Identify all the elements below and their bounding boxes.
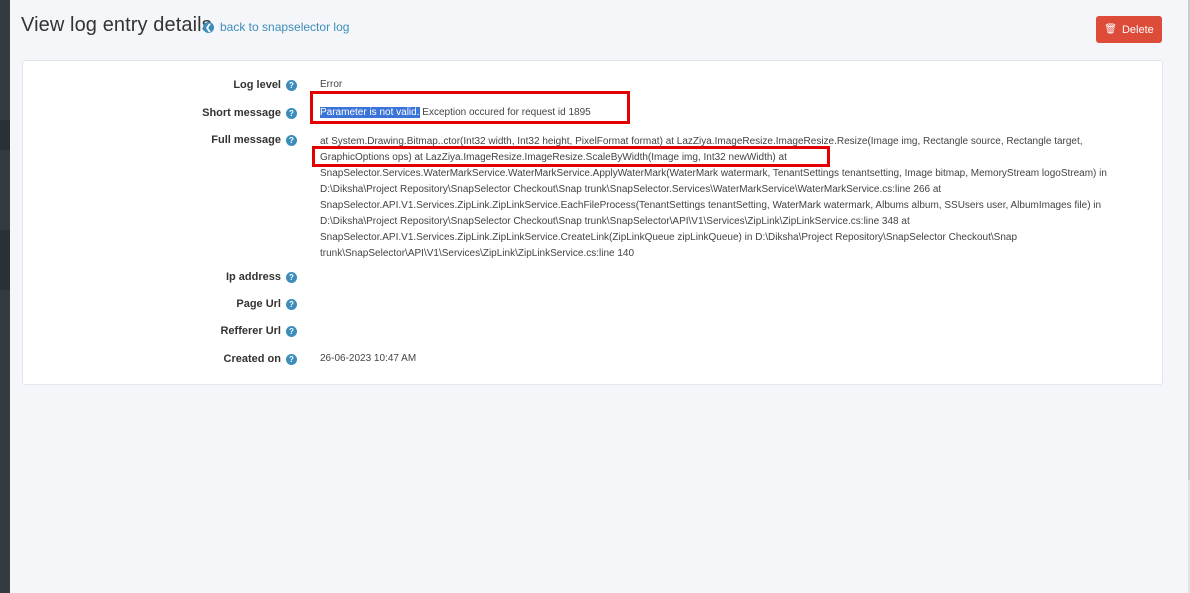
help-icon[interactable]: ? bbox=[286, 79, 297, 91]
selected-text: Parameter is not valid. bbox=[320, 107, 420, 118]
field-label: Log level ? bbox=[233, 79, 297, 91]
sidebar-edge-item bbox=[0, 230, 10, 290]
field-label: Refferer Url ? bbox=[220, 325, 297, 337]
field-label: Full message ? bbox=[211, 134, 297, 146]
back-link[interactable]: ❮ back to snapselector log bbox=[203, 20, 349, 34]
help-icon[interactable]: ? bbox=[286, 325, 297, 337]
full-message-line: SnapSelector.API.V1.Services.ZipLink.Zip… bbox=[320, 232, 1018, 243]
page-title: View log entry details bbox=[21, 14, 212, 36]
help-icon[interactable]: ? bbox=[286, 271, 297, 283]
help-icon[interactable]: ? bbox=[286, 353, 297, 365]
help-icon[interactable]: ? bbox=[286, 134, 297, 146]
sidebar-edge-item bbox=[0, 120, 10, 150]
field-label: Page Url ? bbox=[236, 298, 297, 310]
full-message-line: at System.Drawing.Bitmap..ctor(Int32 wid… bbox=[320, 136, 1083, 147]
log-details-card: Log level ? Error Short message ? Parame… bbox=[22, 60, 1163, 385]
help-icon[interactable]: ? bbox=[286, 107, 297, 119]
short-message-rest: Exception occured for request id 1895 bbox=[419, 107, 591, 118]
field-label: Created on ? bbox=[224, 353, 297, 365]
field-label: Ip address ? bbox=[226, 271, 297, 283]
short-message-value: Parameter is not valid. Exception occure… bbox=[320, 107, 591, 118]
full-message-line: GraphicOptions ops) at LazZiya.ImageResi… bbox=[320, 152, 787, 163]
delete-button-label: Delete bbox=[1121, 23, 1154, 36]
full-message-line: SnapSelector.API.V1.Services.ZipLink.Zip… bbox=[320, 200, 1102, 211]
back-link-label: back to snapselector log bbox=[220, 20, 350, 34]
sidebar-edge bbox=[0, 0, 10, 593]
created-on-value: 26-06-2023 10:47 AM bbox=[320, 353, 417, 364]
full-message-value: at System.Drawing.Bitmap..ctor(Int32 wid… bbox=[320, 134, 1150, 262]
trash-icon: 🗑 bbox=[1104, 24, 1117, 35]
full-message-line: D:\Diksha\Project Repository\SnapSelecto… bbox=[320, 216, 910, 227]
full-message-line: D:\Diksha\Project Repository\SnapSelecto… bbox=[320, 184, 942, 195]
full-message-line: SnapSelector.Services.WaterMarkService.W… bbox=[320, 168, 1107, 179]
field-label: Short message ? bbox=[202, 107, 297, 119]
arrow-left-circle-icon: ❮ bbox=[203, 21, 214, 33]
log-level-value: Error bbox=[320, 79, 343, 90]
delete-button[interactable]: 🗑 Delete bbox=[1096, 16, 1162, 43]
help-icon[interactable]: ? bbox=[286, 298, 297, 310]
full-message-line: trunk\SnapSelector\API\V1\Services\ZipLi… bbox=[320, 248, 635, 259]
